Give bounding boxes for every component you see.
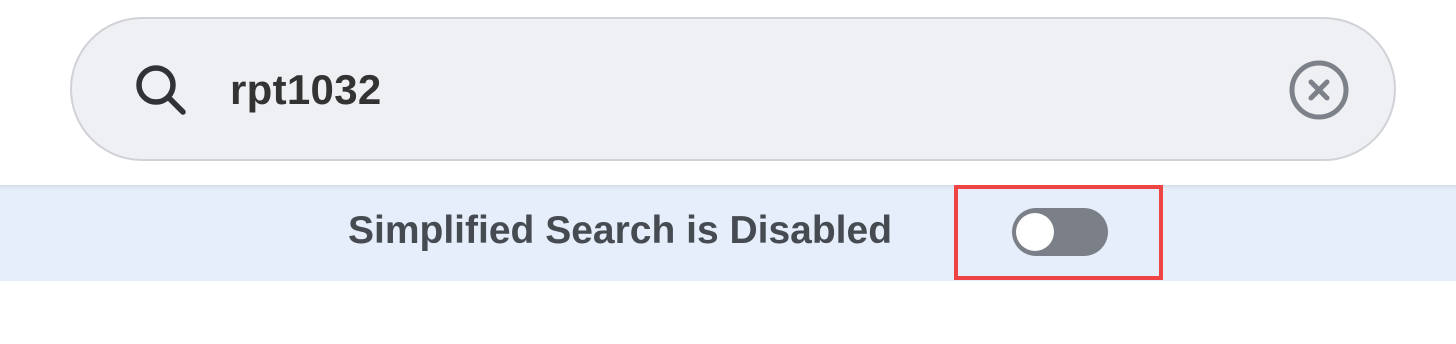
toggle-knob [1016,213,1054,251]
clear-search-icon[interactable] [1288,59,1350,121]
simplified-search-toggle[interactable] [1012,208,1108,256]
search-input[interactable] [230,55,1230,125]
simplified-search-label: Simplified Search is Disabled [348,209,893,252]
page: Simplified Search is Disabled [0,0,1456,344]
search-bar[interactable] [70,17,1396,161]
simplified-search-banner: Simplified Search is Disabled [0,185,1456,281]
search-icon [136,65,186,115]
